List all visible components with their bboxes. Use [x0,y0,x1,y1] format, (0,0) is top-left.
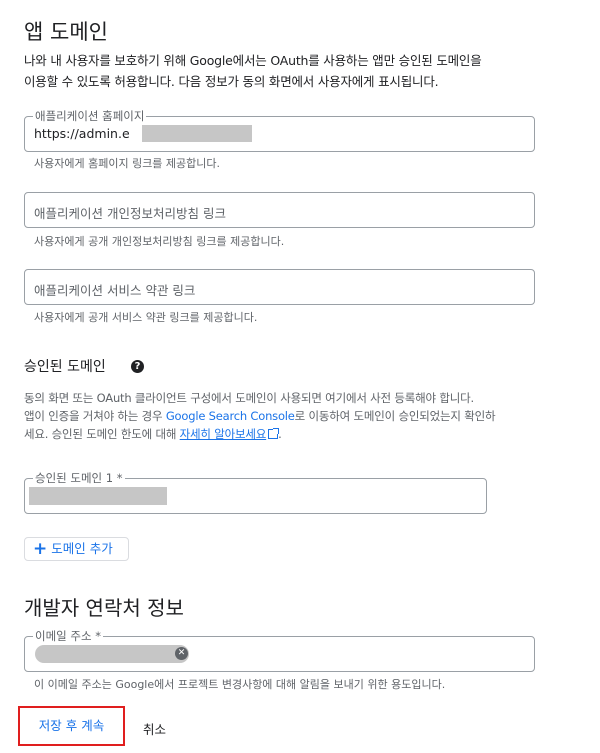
redacted-text [29,487,167,505]
close-icon[interactable]: ✕ [175,647,188,660]
authorized-domains-desc-line1: 동의 화면 또는 OAuth 클라이언트 구성에서 도메인이 사용되면 여기에서… [24,391,474,405]
authorized-domain-1-field[interactable]: 승인된 도메인 1 * [24,470,487,514]
app-domain-heading: 앱 도메인 [24,20,108,44]
external-link-icon [268,428,280,439]
add-domain-label: 도메인 추가 [51,541,113,556]
plus-icon: + [33,539,48,559]
homepage-value: https://admin.e [34,126,130,141]
add-domain-button[interactable]: + 도메인 추가 [24,537,129,561]
privacy-policy-help: 사용자에게 공개 개인정보처리방침 링크를 제공합니다. [34,235,285,248]
homepage-label: 애플리케이션 홈페이지 [33,108,147,124]
save-and-continue-button[interactable]: 저장 후 계속 [18,706,125,746]
cancel-button[interactable]: 취소 [143,719,166,738]
help-icon[interactable]: ? [131,360,144,373]
homepage-help: 사용자에게 홈페이지 링크를 제공합니다. [34,157,221,170]
app-domain-description-line1: 나와 내 사용자를 보호하기 위해 Google에서는 OAuth를 사용하는 … [24,53,482,68]
authorized-domain-1-label: 승인된 도메인 1 * [33,470,125,486]
learn-more-link[interactable]: 자세히 알아보세요 [180,427,267,441]
authorized-domains-desc-line3: 세요. 승인된 도메인 한도에 대해 자세히 알아보세요. [24,427,282,441]
email-label: 이메일 주소 * [33,628,103,644]
email-help: 이 이메일 주소는 Google에서 프로젝트 변경사항에 대해 알림을 보내기… [34,678,446,691]
terms-of-service-field[interactable]: 애플리케이션 서비스 약관 링크 [24,269,535,305]
email-field[interactable]: 이메일 주소 * ✕ [24,628,535,672]
privacy-policy-field[interactable]: 애플리케이션 개인정보처리방침 링크 [24,192,535,228]
homepage-field[interactable]: 애플리케이션 홈페이지 https://admin.e [24,108,535,152]
app-domain-description-line2: 이용할 수 있도록 허용합니다. 다음 정보가 동의 화면에서 사용자에게 표시… [24,74,439,89]
redacted-text [142,125,252,142]
authorized-domains-heading: 승인된 도메인 [24,359,106,375]
google-search-console-link[interactable]: Google Search Console [166,409,295,423]
developer-contact-heading: 개발자 연락처 정보 [24,596,184,620]
privacy-policy-placeholder: 애플리케이션 개인정보처리방침 링크 [34,206,226,221]
authorized-domains-desc-line2: 앱이 인증을 거쳐야 하는 경우 Google Search Console로 … [24,409,496,423]
terms-of-service-help: 사용자에게 공개 서비스 약관 링크를 제공합니다. [34,311,258,324]
terms-of-service-placeholder: 애플리케이션 서비스 약관 링크 [34,283,196,298]
email-chip: ✕ [35,645,189,663]
